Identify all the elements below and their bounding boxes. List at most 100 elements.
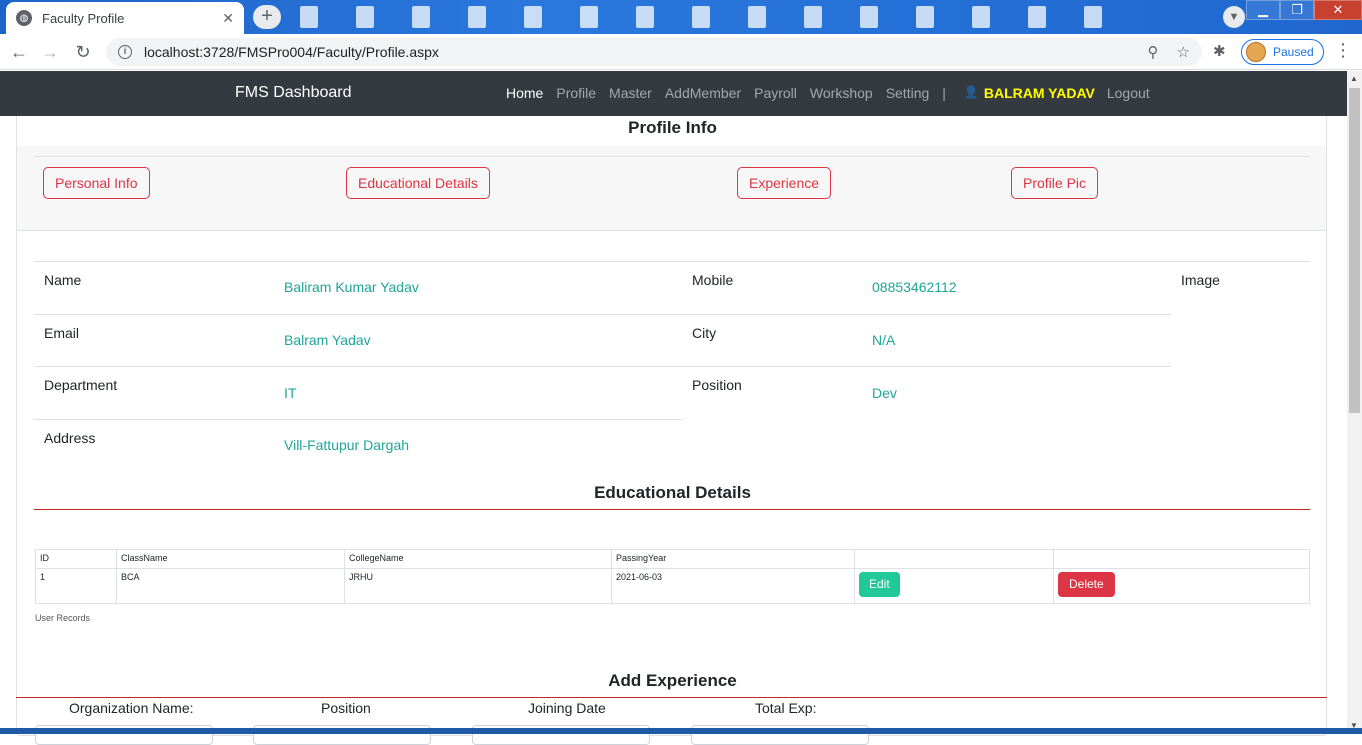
- personal-info-button[interactable]: Personal Info: [43, 167, 150, 199]
- tab-search-icon[interactable]: ▼: [1223, 6, 1245, 28]
- os-taskbar: [0, 728, 1362, 734]
- scrollbar-thumb[interactable]: [1349, 88, 1360, 413]
- extensions-puzzle-icon[interactable]: ✱: [1213, 42, 1226, 60]
- name-value: Baliram Kumar Yadav: [284, 279, 419, 295]
- file-icon: [524, 6, 542, 28]
- nav-workshop[interactable]: Workshop: [810, 85, 873, 101]
- city-label: City: [692, 325, 717, 341]
- profile-tab-header: Personal Info Educational Details Experi…: [17, 146, 1326, 231]
- section-divider: [34, 509, 1310, 510]
- delete-button[interactable]: Delete: [1058, 572, 1115, 597]
- reload-icon[interactable]: ↻: [71, 40, 95, 64]
- file-icon: [804, 6, 822, 28]
- nav-logout[interactable]: Logout: [1107, 85, 1150, 101]
- nav-separator: |: [942, 85, 946, 101]
- cell-passingyear: 2021-06-03: [611, 568, 855, 604]
- nav-links: Home Profile Master AddMember Payroll Wo…: [506, 85, 1163, 101]
- table-header-row: ID ClassName CollegeName PassingYear: [35, 549, 1310, 569]
- scroll-up-icon[interactable]: ▲: [1350, 74, 1358, 83]
- column-header-id: ID: [35, 549, 117, 569]
- url-text[interactable]: localhost:3728/FMSPro004/Faculty/Profile…: [144, 44, 1130, 60]
- user-icon: 👤: [963, 85, 979, 99]
- site-info-icon[interactable]: i: [118, 45, 132, 59]
- profile-chip[interactable]: Paused: [1241, 39, 1324, 65]
- minimize-button[interactable]: ▁: [1246, 0, 1280, 20]
- educational-details-button[interactable]: Educational Details: [346, 167, 490, 199]
- cell-delete: Delete: [1053, 568, 1310, 604]
- profile-card: Profile Info Personal Info Educational D…: [16, 116, 1327, 745]
- add-experience-heading: Add Experience: [608, 671, 737, 690]
- mobile-value: 08853462112: [872, 279, 957, 295]
- file-icon: [468, 6, 486, 28]
- browser-tab[interactable]: ◍ Faculty Profile ✕: [6, 2, 244, 34]
- position-label: Position: [692, 377, 742, 393]
- file-icon: [1084, 6, 1102, 28]
- bookmark-star-icon[interactable]: ☆: [1177, 43, 1190, 61]
- educational-details-heading: Educational Details: [594, 483, 751, 502]
- name-label: Name: [44, 272, 82, 288]
- edit-button[interactable]: Edit: [859, 572, 900, 597]
- file-icon: [300, 6, 318, 28]
- file-icon: [972, 6, 990, 28]
- avatar: [1246, 42, 1266, 62]
- profile-pic-button[interactable]: Profile Pic: [1011, 167, 1099, 199]
- file-icon: [580, 6, 598, 28]
- browser-tab-strip: ◍ Faculty Profile ✕ + ▼ ▁ ❐ ✕: [0, 0, 1362, 34]
- site-navbar: FMS Dashboard Home Profile Master AddMem…: [0, 71, 1347, 116]
- column-header-collegename: CollegeName: [344, 549, 612, 569]
- zoom-icon[interactable]: ⚲: [1148, 43, 1159, 61]
- divider: [34, 366, 1171, 367]
- cell-id: 1: [35, 568, 117, 604]
- nav-payroll[interactable]: Payroll: [754, 85, 797, 101]
- email-label: Email: [44, 325, 80, 341]
- position-field-label: Position: [321, 700, 371, 716]
- file-icon: [916, 6, 934, 28]
- city-value: N/A: [872, 332, 896, 348]
- table-caption: User Records: [35, 613, 91, 623]
- background-window-icons: [300, 6, 1102, 28]
- mobile-label: Mobile: [692, 272, 734, 288]
- address-label: Address: [44, 430, 96, 446]
- file-icon: [412, 6, 430, 28]
- nav-home[interactable]: Home: [506, 85, 543, 101]
- nav-addmember[interactable]: AddMember: [665, 85, 741, 101]
- menu-kebab-icon[interactable]: ⋮: [1334, 40, 1352, 61]
- window-controls: ▁ ❐ ✕: [1246, 0, 1362, 20]
- page-scrollbar[interactable]: ▲ ▼: [1347, 71, 1362, 734]
- column-header-edit: [854, 549, 1054, 569]
- back-arrow-icon[interactable]: ←: [7, 40, 31, 64]
- cell-classname: BCA: [116, 568, 345, 604]
- brand-link[interactable]: FMS Dashboard: [235, 84, 352, 102]
- total-exp-label: Total Exp:: [755, 700, 817, 716]
- experience-button[interactable]: Experience: [737, 167, 832, 199]
- file-icon: [1028, 6, 1046, 28]
- page-title: Profile Info: [628, 118, 717, 137]
- nav-username[interactable]: BALRAM YADAV: [984, 85, 1095, 101]
- image-label: Image: [1181, 272, 1220, 288]
- nav-setting[interactable]: Setting: [886, 85, 930, 101]
- divider: [34, 156, 1310, 157]
- column-header-classname: ClassName: [116, 549, 345, 569]
- nav-profile[interactable]: Profile: [556, 85, 596, 101]
- position-value: Dev: [872, 385, 897, 401]
- maximize-button[interactable]: ❐: [1280, 0, 1314, 20]
- forward-arrow-icon[interactable]: →: [38, 40, 62, 64]
- column-header-passingyear: PassingYear: [611, 549, 855, 569]
- divider: [34, 419, 683, 420]
- education-table: ID ClassName CollegeName PassingYear 1 B…: [35, 549, 1310, 604]
- section-divider: [16, 697, 1327, 698]
- joining-date-label: Joining Date: [528, 700, 606, 716]
- close-window-button[interactable]: ✕: [1314, 0, 1362, 20]
- omnibox[interactable]: i localhost:3728/FMSPro004/Faculty/Profi…: [106, 38, 1202, 66]
- file-icon: [636, 6, 654, 28]
- address-value: Vill-Fattupur Dargah: [284, 437, 410, 453]
- table-row: 1 BCA JRHU 2021-06-03 Edit Delete: [35, 568, 1310, 604]
- email-value: Balram Yadav: [284, 332, 371, 348]
- tab-title: Faculty Profile: [42, 10, 125, 26]
- close-tab-icon[interactable]: ✕: [222, 10, 234, 27]
- divider: [34, 314, 1171, 315]
- file-icon: [356, 6, 374, 28]
- profile-status: Paused: [1273, 45, 1314, 59]
- new-tab-button[interactable]: +: [253, 5, 281, 29]
- nav-master[interactable]: Master: [609, 85, 652, 101]
